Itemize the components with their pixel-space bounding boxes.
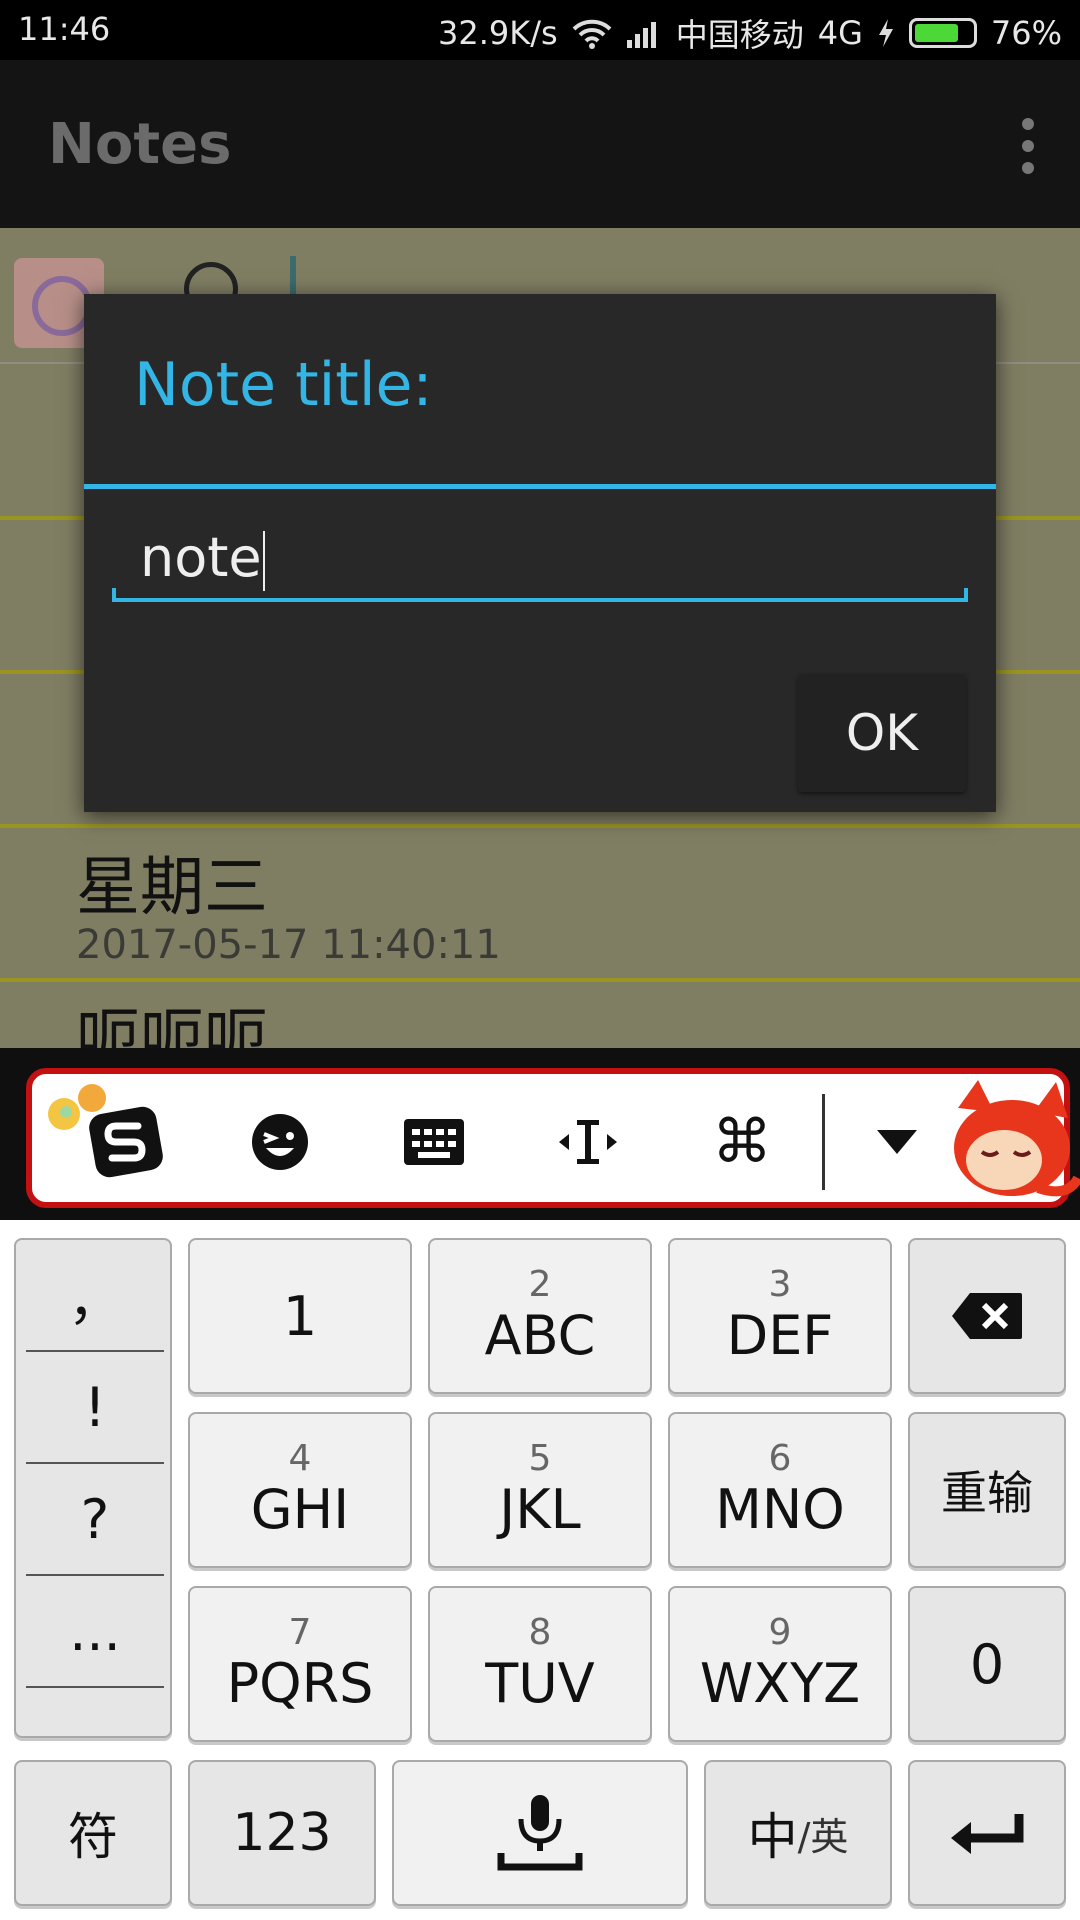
network-speed: 32.9K/s — [438, 14, 558, 52]
key-letters: WXYZ — [699, 1652, 861, 1715]
punct-key-exclamation[interactable]: ! — [26, 1352, 164, 1464]
language-switch-button[interactable]: 中/英 — [704, 1760, 892, 1906]
status-time: 11:46 — [18, 10, 111, 48]
backspace-button[interactable] — [908, 1238, 1066, 1394]
retype-button[interactable]: 重输 — [908, 1412, 1066, 1568]
battery-icon — [908, 18, 977, 48]
key-9[interactable]: 9 WXYZ — [668, 1586, 892, 1742]
overflow-menu-icon[interactable] — [1016, 118, 1040, 174]
note-title-input[interactable]: note — [112, 516, 968, 602]
key-number: 3 — [768, 1264, 792, 1305]
backspace-icon — [952, 1293, 1022, 1339]
key-7[interactable]: 7 PQRS — [188, 1586, 412, 1742]
wifi-icon — [572, 19, 612, 49]
toolbar-separator — [822, 1094, 825, 1190]
key-2[interactable]: 2 ABC — [428, 1238, 652, 1394]
key-6[interactable]: 6 MNO — [668, 1412, 892, 1568]
status-bar: 11:46 32.9K/s 中国移动 4G 76% — [0, 0, 1080, 60]
key-letters: PQRS — [226, 1652, 374, 1715]
voice-space-button[interactable] — [392, 1760, 688, 1906]
mascot-icon — [954, 1080, 1080, 1197]
key-5[interactable]: 5 JKL — [428, 1412, 652, 1568]
key-number: 6 — [768, 1438, 792, 1479]
key-label: 1 — [282, 1284, 318, 1348]
command-icon[interactable]: ⌘ — [692, 1092, 792, 1192]
collapse-arrow-icon[interactable] — [862, 1092, 932, 1192]
signal-icon — [626, 22, 656, 48]
lang-en-label: /英 — [797, 1814, 849, 1859]
punct-key-comma[interactable]: ， — [26, 1240, 164, 1352]
battery-percent: 76% — [990, 14, 1062, 52]
punct-key-question[interactable]: ? — [26, 1464, 164, 1576]
key-4[interactable]: 4 GHI — [188, 1412, 412, 1568]
note-title: 呃呃呃 — [76, 1003, 268, 1048]
note-date: 2017-05-17 11:40:11 — [76, 922, 501, 968]
charging-icon — [878, 19, 893, 47]
text-caret — [262, 531, 265, 592]
network-type: 4G — [817, 14, 863, 52]
list-item[interactable]: 呃呃呃 — [0, 982, 1080, 1048]
retype-label: 重输 — [941, 1466, 1033, 1520]
key-label: 0 — [969, 1632, 1005, 1696]
number-mode-button[interactable]: 123 — [188, 1760, 376, 1906]
key-3[interactable]: 3 DEF — [668, 1238, 892, 1394]
note-title-dialog: Note title: note OK — [84, 294, 996, 812]
key-number: 4 — [288, 1438, 312, 1479]
sogou-logo-icon[interactable] — [76, 1092, 176, 1192]
key-number: 7 — [288, 1612, 312, 1653]
key-letters: TUV — [485, 1652, 595, 1715]
ime-toolbar: ⌘ — [0, 1048, 1080, 1220]
enter-icon — [951, 1814, 1024, 1854]
cursor-move-icon[interactable] — [538, 1092, 638, 1192]
list-item[interactable]: 星期三 2017-05-17 11:40:11 — [0, 828, 1080, 982]
key-letters: GHI — [250, 1478, 350, 1541]
key-letters: JKL — [499, 1478, 581, 1541]
key-number: 5 — [528, 1438, 552, 1479]
dialog-divider — [84, 484, 996, 489]
key-letters: ABC — [484, 1304, 596, 1367]
enter-button[interactable] — [908, 1760, 1066, 1906]
ok-button[interactable]: OK — [798, 674, 966, 792]
symbol-label: 符 — [68, 1808, 118, 1866]
key-number: 2 — [528, 1264, 552, 1305]
microphone-icon — [497, 1795, 583, 1871]
key-letters: DEF — [726, 1304, 834, 1367]
number-mode-label: 123 — [232, 1803, 332, 1863]
app-title: Notes — [48, 112, 232, 177]
key-number: 8 — [528, 1612, 552, 1653]
keyboard: ， ! ? ... 1 2 ABC 3 DEF 4 GHI 5 JKL 6 MN… — [0, 1220, 1080, 1920]
note-title: 星期三 — [76, 851, 268, 925]
punctuation-column: ， ! ? ... — [14, 1238, 172, 1738]
dialog-title: Note title: — [134, 350, 433, 420]
key-number: 9 — [768, 1612, 792, 1653]
key-8[interactable]: 8 TUV — [428, 1586, 652, 1742]
note-title-input-value: note — [140, 526, 262, 589]
emoji-icon[interactable] — [230, 1092, 330, 1192]
carrier-name: 中国移动 — [675, 16, 804, 54]
key-1[interactable]: 1 — [188, 1238, 412, 1394]
keyboard-icon[interactable] — [384, 1092, 484, 1192]
symbol-button[interactable]: 符 — [14, 1760, 172, 1906]
lang-zh-label: 中 — [747, 1808, 798, 1866]
action-bar: Notes — [0, 60, 1080, 228]
key-0[interactable]: 0 — [908, 1586, 1066, 1742]
punct-key-ellipsis[interactable]: ... — [26, 1576, 164, 1688]
key-letters: MNO — [715, 1478, 845, 1541]
